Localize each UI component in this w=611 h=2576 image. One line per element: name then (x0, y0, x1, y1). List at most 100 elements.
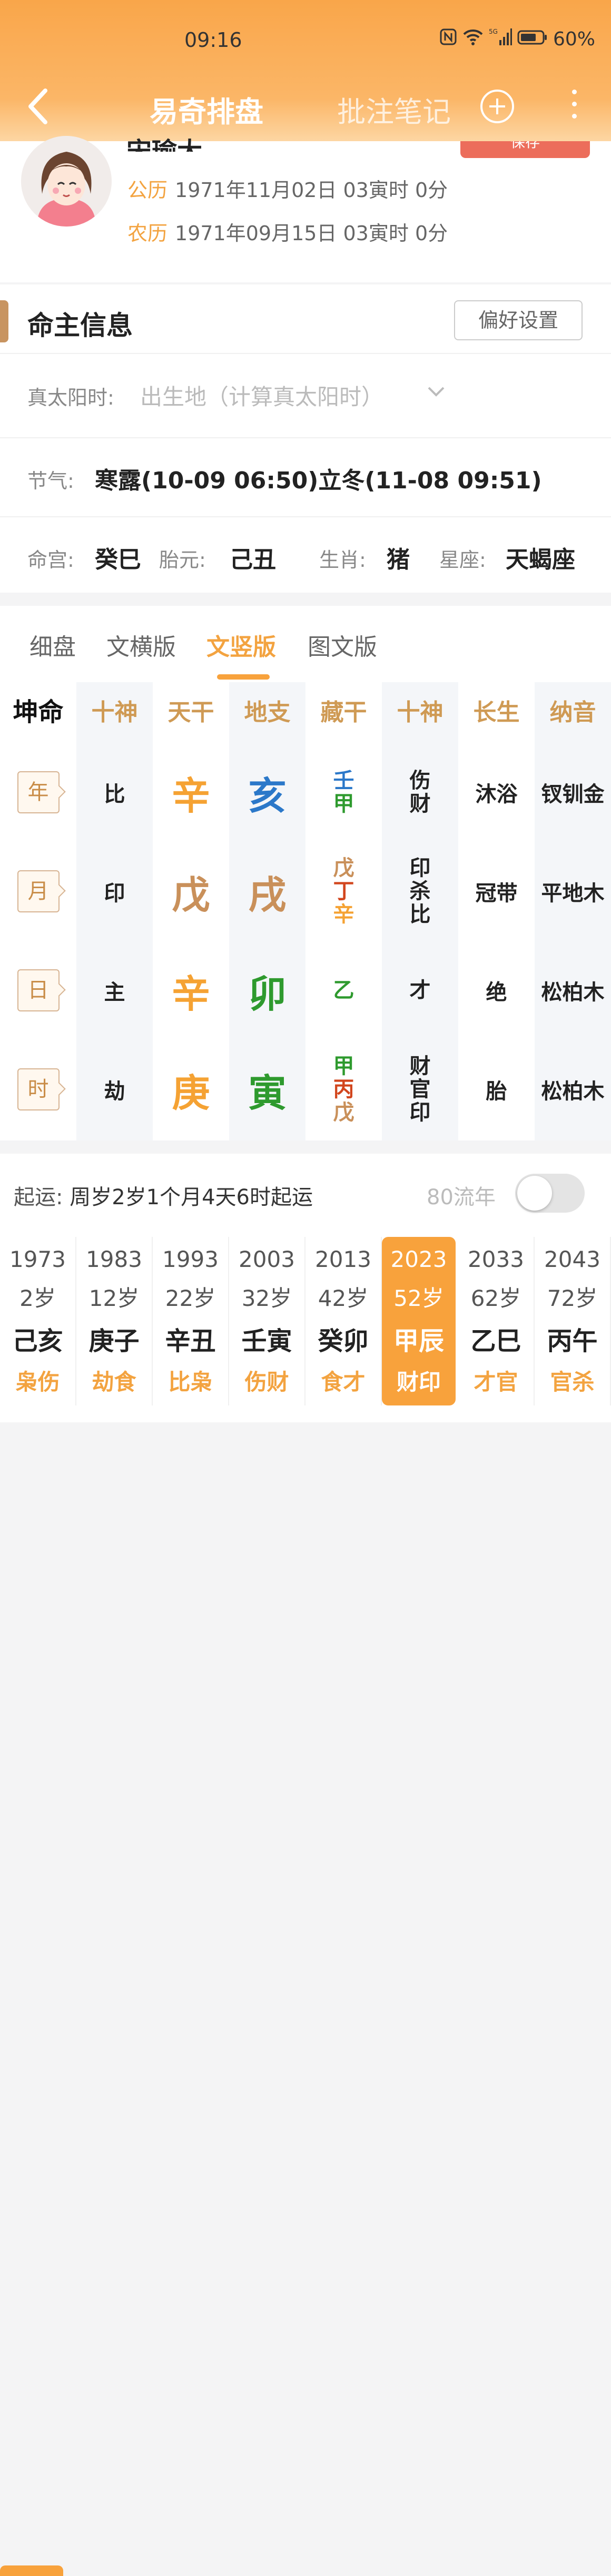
chevron-down-icon (428, 387, 445, 397)
column-header: 藏干 (320, 699, 367, 726)
pillar-label[interactable]: 月 (17, 870, 60, 912)
liunian-label: 80流年 (427, 1185, 496, 1210)
bazi-chart-card: 细盘 文横版 文竖版 图文版 坤命年月日时十神比印主劫天干辛戊辛庚地支亥戌卯寅藏… (0, 606, 611, 1140)
dayun-item[interactable]: 1973 2岁 己亥 枭伤 (0, 1237, 76, 1405)
lunar-value: 1971年09月15日 03寅时 0分 (175, 222, 448, 245)
dayun-age: 32岁 (241, 1285, 292, 1311)
col-mingzhu: 坤命年月日时 (0, 682, 76, 1140)
canggan-cell: 戊丁辛 (306, 842, 382, 941)
shishen2-cell: 才 (382, 941, 458, 1040)
dizhi-cell: 亥 (229, 743, 306, 842)
section-title: 命主信息 (27, 310, 133, 341)
dayun-item[interactable]: 2043 72岁 丙午 官杀 (535, 1237, 611, 1405)
header-bar: 09:16 5G 60% 易奇排盘 批注笔记 (0, 0, 611, 141)
dayun-item[interactable]: 2023 52岁 甲辰 财印 (382, 1237, 456, 1405)
dayun-age: 62岁 (470, 1285, 521, 1311)
tab-chart[interactable]: 易奇排盘 (150, 89, 263, 130)
tiangan-value: 辛 (172, 773, 210, 818)
pillar-label-cell: 日 (0, 941, 76, 1040)
qiyun-info: 起运: 周岁2岁1个月4天6时起运 (14, 1180, 313, 1211)
nayin-value: 平地木 (541, 881, 605, 906)
canggan-value: 壬 (333, 769, 354, 793)
tiangan-cell: 庚 (153, 1040, 229, 1139)
toggle-knob (517, 1176, 552, 1211)
dayun-item[interactable]: 2013 42岁 癸卯 食才 (306, 1237, 382, 1405)
tiangan-cell: 辛 (153, 941, 229, 1040)
add-button[interactable] (480, 90, 514, 123)
pillar-label[interactable]: 时 (17, 1068, 60, 1110)
nfc-icon (439, 28, 457, 51)
hidden-shishen-value: 财 (409, 1054, 431, 1078)
dayun-age: 52岁 (393, 1285, 444, 1311)
pillar-label[interactable]: 日 (17, 969, 60, 1011)
pillar-label-cell: 年 (0, 743, 76, 842)
col-dizhi: 地支亥戌卯寅 (229, 682, 306, 1140)
status-icons: 5G 60% (439, 27, 595, 51)
changsheng-value: 胎 (486, 1079, 507, 1104)
changsheng-cell: 冠带 (458, 842, 535, 941)
dizhi-cell: 寅 (229, 1040, 306, 1139)
birthplace-select[interactable]: 出生地（计算真太阳时） (140, 379, 383, 411)
tab-detail[interactable]: 细盘 (29, 628, 76, 662)
dayun-shishen: 比枭 (168, 1369, 213, 1395)
column-header: 纳音 (549, 699, 596, 726)
shishen-cell: 主 (76, 941, 153, 1040)
dayun-year: 2003 (239, 1246, 295, 1272)
tab-vertical[interactable]: 文竖版 (206, 628, 276, 662)
cell-signal-icon: 5G (489, 27, 512, 51)
dizhi-cell: 卯 (229, 941, 306, 1040)
changsheng-value: 绝 (486, 980, 507, 1005)
solar-value: 1971年11月02日 03寅时 0分 (175, 179, 448, 202)
dayun-age: 22岁 (165, 1285, 216, 1311)
jieqi-value: 寒露(10-09 06:50)立冬(11-08 09:51) (95, 467, 542, 494)
tab-horizontal[interactable]: 文横版 (106, 628, 176, 662)
tab-graphic[interactable]: 图文版 (308, 628, 377, 662)
dayun-item[interactable]: 2003 32岁 壬寅 伤财 (229, 1237, 306, 1405)
column-header: 地支 (244, 699, 291, 726)
tab-notes[interactable]: 批注笔记 (337, 89, 451, 130)
column-header: 十神 (397, 699, 444, 726)
save-button[interactable]: 保存 (460, 141, 590, 158)
canggan-value: 辛 (333, 902, 354, 927)
shishen-cell: 印 (76, 842, 153, 941)
hidden-shishen-value: 官 (409, 1077, 431, 1102)
tiangan-value: 庚 (172, 1070, 210, 1115)
more-menu-button[interactable] (569, 90, 579, 126)
dayun-shishen: 伤财 (244, 1369, 289, 1395)
back-button[interactable] (23, 85, 55, 127)
dayun-ganzhi: 甲辰 (393, 1326, 444, 1356)
status-bar: 09:16 5G 60% (0, 0, 611, 79)
canggan-cell: 甲丙戊 (306, 1040, 382, 1139)
dizhi-value: 亥 (248, 773, 287, 818)
battery-percent: 60% (553, 28, 595, 50)
dayun-shishen: 食才 (321, 1369, 366, 1395)
dayun-shishen: 官杀 (550, 1369, 595, 1395)
shishen-value: 劫 (104, 1079, 125, 1104)
tiangan-cell: 戊 (153, 842, 229, 941)
palace-row: 命宫: 癸巳 胎元: 己丑 生肖: 猪 星座: 天蝎座 (0, 516, 611, 594)
canggan-cell: 乙 (306, 941, 382, 1040)
dayun-age: 12岁 (88, 1285, 140, 1311)
canggan-value: 丁 (333, 879, 354, 903)
true-solar-label: 真太阳时: (27, 386, 114, 409)
preferences-button[interactable]: 偏好设置 (454, 300, 583, 340)
dayun-shishen: 财印 (396, 1369, 441, 1395)
liunian-toggle[interactable] (515, 1174, 585, 1213)
chevron-left-icon (28, 89, 47, 124)
dayun-item[interactable]: 1983 12岁 庚子 劫食 (76, 1237, 153, 1405)
active-tab-indicator (217, 674, 270, 680)
taiyuan-label: 胎元: (159, 548, 206, 572)
canggan-value: 甲 (333, 792, 354, 816)
true-solar-row[interactable]: 真太阳时: 出生地（计算真太阳时） (0, 353, 611, 433)
hidden-shishen-value: 杀 (409, 879, 431, 903)
dayun-item[interactable]: 1993 22岁 辛丑 比枭 (153, 1237, 229, 1405)
tiangan-cell: 辛 (153, 743, 229, 842)
shishen-value: 比 (104, 782, 125, 807)
status-time: 09:16 (184, 28, 242, 52)
dayun-item[interactable]: 2033 62岁 乙巳 才官 (458, 1237, 535, 1405)
dayun-ganzhi: 己亥 (12, 1326, 63, 1356)
shishen-value: 印 (104, 881, 125, 906)
nayin-value: 松柏木 (541, 1079, 605, 1104)
changsheng-cell: 胎 (458, 1040, 535, 1139)
pillar-label[interactable]: 年 (17, 771, 60, 813)
